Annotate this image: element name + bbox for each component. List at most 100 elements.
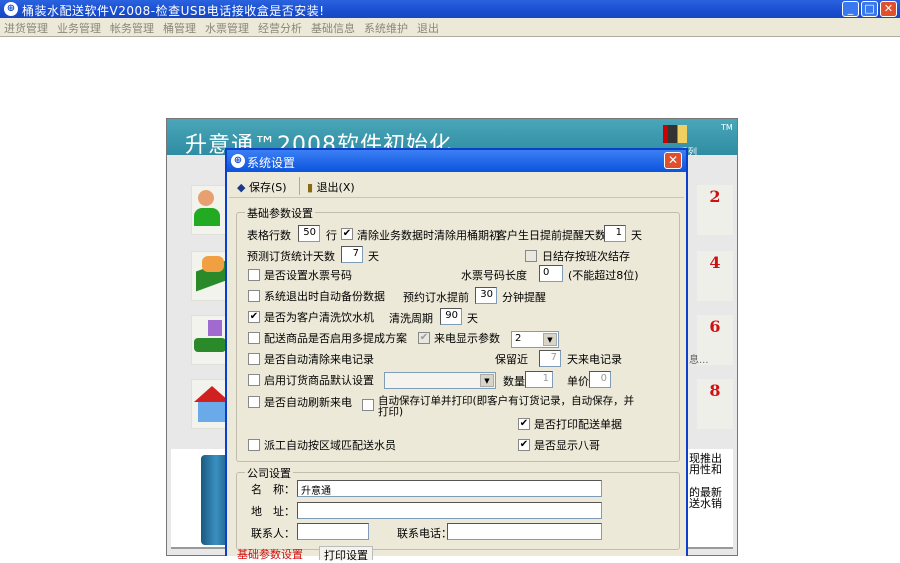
menu-purchase[interactable]: 进货管理 — [0, 18, 53, 36]
birthday-days-input[interactable]: 1 — [604, 225, 626, 242]
dialog-titlebar: ⊕ 系统设置 ✕ — [227, 150, 686, 172]
menu-system[interactable]: 系统维护 — [360, 18, 413, 36]
maximize-button[interactable]: □ — [861, 1, 878, 17]
reserve-min-input[interactable]: 30 — [475, 287, 497, 304]
multi-commission-checkbox[interactable] — [248, 332, 260, 344]
step-8: 8 — [697, 379, 733, 429]
menu-bucket[interactable]: 桶管理 — [159, 18, 201, 36]
step-2: 2 — [697, 185, 733, 235]
ticket-no-checkbox[interactable] — [248, 269, 260, 281]
table-rows-label: 表格行数 — [247, 229, 291, 242]
auto-save-print-label-2: 打印) — [378, 406, 404, 418]
contact-input[interactable] — [297, 523, 369, 540]
minimize-button[interactable]: _ — [842, 1, 859, 17]
ticket-no-label: 是否设置水票号码 — [264, 269, 352, 282]
multi-commission-label: 配送商品是否启用多提成方案 — [264, 332, 407, 345]
print-delivery-label: 是否打印配送单据 — [534, 418, 622, 431]
menu-ticket[interactable]: 水票管理 — [201, 18, 254, 36]
clear-bucket-checkbox[interactable]: ✔ — [341, 228, 353, 240]
company-address-input[interactable] — [297, 502, 602, 519]
clean-cycle-input[interactable]: 90 — [440, 308, 462, 325]
auto-backup-label: 系统退出时自动备份数据 — [264, 290, 385, 303]
price-label: 单价 — [567, 375, 589, 388]
caller-param-select[interactable]: 2 ▼ — [511, 331, 559, 348]
shift-store-checkbox[interactable] — [525, 250, 537, 262]
menu-bar: 进货管理 业务管理 帐务管理 桶管理 水票管理 经营分析 基础信息 系统维护 退出 — [0, 18, 900, 37]
auto-clear-calls-checkbox[interactable] — [248, 353, 260, 365]
basic-params-legend: 基础参数设置 — [245, 205, 315, 221]
step-4: 4 — [697, 251, 733, 301]
keep-label: 保留近 — [495, 353, 528, 366]
tab-basic-params[interactable]: 基础参数设置 — [233, 546, 307, 561]
table-rows-input[interactable]: 50 — [298, 225, 320, 242]
menu-business[interactable]: 业务管理 — [53, 18, 106, 36]
company-address-label: 地 址： — [251, 505, 295, 518]
chevron-down-icon[interactable]: ▼ — [480, 374, 494, 387]
dialog-close-button[interactable]: ✕ — [664, 152, 682, 169]
chevron-down-icon[interactable]: ▼ — [543, 333, 557, 346]
save-label: 保存(S) — [248, 181, 287, 194]
company-name-label: 名 称： — [251, 483, 295, 496]
save-button[interactable]: ◆ 保存(S) — [237, 179, 287, 195]
ticket-len-input[interactable]: 0 — [539, 265, 563, 282]
company-legend: 公司设置 — [245, 465, 293, 481]
app-title: 桶装水配送软件V2008-检查USB电话接收盒是否安装! — [22, 4, 325, 18]
default-goods-checkbox[interactable] — [248, 374, 260, 386]
desc-line: 送水销 — [689, 497, 722, 510]
app-titlebar: ⊕ 桶装水配送软件V2008-检查USB电话接收盒是否安装! _ □ ✕ — [0, 0, 900, 18]
show-bage-checkbox[interactable]: ✔ — [518, 439, 530, 451]
auto-dispatch-checkbox[interactable] — [248, 439, 260, 451]
menu-basic-info[interactable]: 基础信息 — [307, 18, 360, 36]
birthday-label: 客户生日提前提醒天数 — [496, 229, 606, 242]
caller-param-checkbox[interactable]: ✔ — [418, 332, 430, 344]
app-icon: ⊕ — [4, 2, 18, 16]
caller-param-label: 来电显示参数 — [434, 332, 500, 345]
logo-tm: TM — [721, 123, 733, 132]
auto-clear-calls-label: 是否自动清除来电记录 — [264, 353, 374, 366]
shift-store-label: 日结存按班次结存 — [542, 250, 630, 263]
auto-refresh-checkbox[interactable] — [248, 396, 260, 408]
forecast-label: 预测订货统计天数 — [247, 250, 335, 263]
ticket-len-note: (不能超过8位) — [568, 269, 639, 282]
day-unit: 天 — [368, 250, 379, 263]
exit-door-icon: ▮ — [307, 181, 314, 194]
caller-param-value: 2 — [515, 333, 522, 344]
phone-input[interactable] — [447, 523, 602, 540]
auto-refresh-label: 是否自动刷新来电 — [264, 396, 352, 409]
dialog-toolbar: ◆ 保存(S) ▮ 退出(X) — [229, 174, 684, 198]
menu-accounts[interactable]: 帐务管理 — [106, 18, 159, 36]
clean-machine-checkbox[interactable]: ✔ — [248, 311, 260, 323]
dialog-icon: ⊕ — [231, 154, 245, 168]
price-input[interactable]: 0 — [589, 371, 611, 388]
step-6-text: 息... — [689, 355, 709, 366]
auto-dispatch-label: 派工自动按区域匹配送水员 — [264, 439, 396, 452]
company-name-input[interactable]: 升意通 — [297, 480, 602, 497]
dialog-title: 系统设置 — [247, 156, 296, 170]
keep-days-input[interactable]: 7 — [539, 350, 561, 367]
row-unit: 行 — [326, 229, 337, 242]
menu-analysis[interactable]: 经营分析 — [254, 18, 307, 36]
qty-label: 数量 — [503, 375, 525, 388]
qty-input[interactable]: 1 — [525, 371, 553, 388]
ticket-len-label: 水票号码长度 — [461, 269, 527, 282]
exit-button[interactable]: ▮ 退出(X) — [307, 179, 355, 195]
auto-save-print-checkbox[interactable] — [362, 399, 374, 411]
tab-print-settings[interactable]: 打印设置 — [319, 546, 373, 562]
reserve-label: 预约订水提前 — [403, 291, 469, 304]
clean-cycle-label: 清洗周期 — [389, 312, 433, 325]
phone-label: 联系电话： — [397, 527, 452, 540]
exit-label: 退出(X) — [316, 181, 355, 194]
close-button[interactable]: ✕ — [880, 1, 897, 17]
auto-save-print-label: 自动保存订单并打印(即客户有订货记录，自动保存，并 — [378, 395, 635, 407]
clear-bucket-label: 清除业务数据时清除用桶期初 — [357, 229, 500, 242]
default-goods-select[interactable]: ▼ — [384, 372, 496, 389]
show-bage-label: 是否显示八哥 — [534, 439, 600, 452]
contact-label: 联系人： — [251, 527, 295, 540]
menu-exit[interactable]: 退出 — [413, 18, 444, 36]
default-goods-label: 启用订货商品默认设置 — [264, 374, 374, 387]
reserve-unit: 分钟提醒 — [502, 291, 546, 304]
day-unit: 天 — [631, 229, 642, 242]
forecast-days-input[interactable]: 7 — [341, 246, 363, 263]
print-delivery-checkbox[interactable]: ✔ — [518, 418, 530, 430]
auto-backup-checkbox[interactable] — [248, 290, 260, 302]
